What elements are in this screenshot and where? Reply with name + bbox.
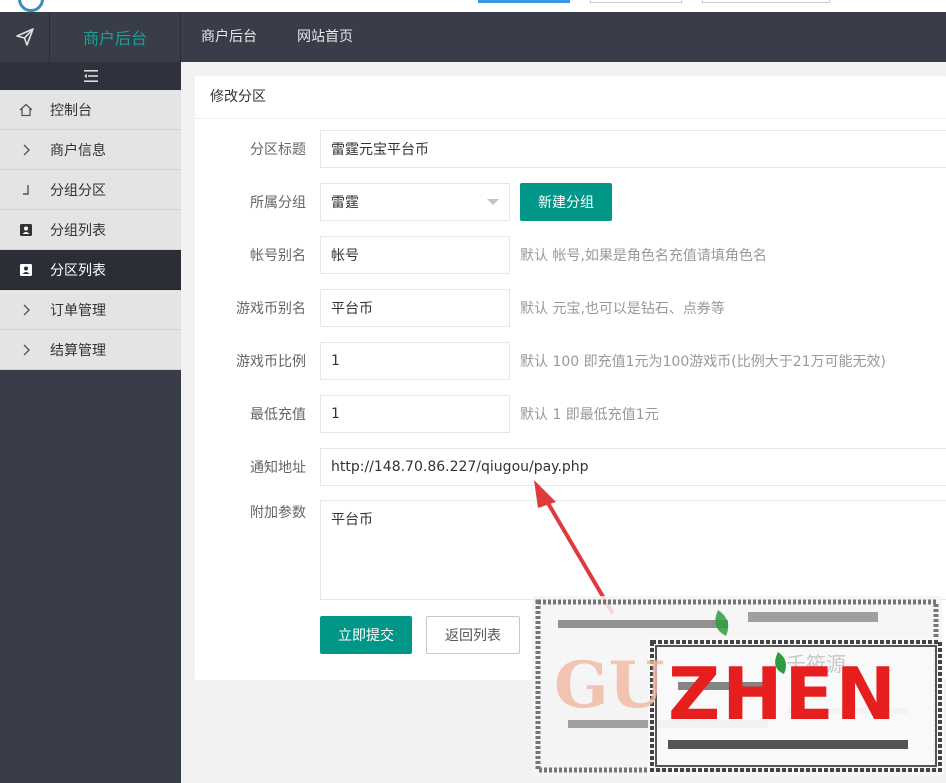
form-row-min-recharge: 最低充值 1 默认 1 即最低充值1元 [195, 395, 659, 433]
nav-merchant-backend[interactable]: 商户后台 [181, 12, 277, 62]
form-row-group: 所属分组 雷霆 新建分组 [195, 183, 612, 221]
sidebar-menu: 控制台 商户信息 分组分区 分组列表 分区列表 订单管理 结算管理 [0, 90, 181, 370]
coin-ratio-label: 游戏币比例 [236, 354, 306, 370]
zone-title-label: 分区标题 [250, 142, 306, 158]
back-to-list-button[interactable]: 返回列表 [426, 616, 520, 654]
corner-icon [18, 182, 34, 198]
sidebar-item-label: 控制台 [50, 102, 92, 119]
form-row-notify-url: 通知地址 http://148.70.86.227/qiugou/pay.php [195, 448, 946, 486]
paper-plane-icon [15, 28, 34, 46]
toolbar-button-tertiary[interactable] [702, 0, 830, 3]
header-nav: 商户后台 网站首页 [181, 12, 373, 62]
form-actions: 立即提交 返回列表 [320, 616, 520, 654]
submit-button[interactable]: 立即提交 [320, 616, 412, 654]
coin-ratio-hint: 默认 100 即充值1元为100游戏币(比例大于21万可能无效) [520, 354, 886, 370]
contact-icon [18, 262, 34, 278]
min-recharge-hint: 默认 1 即最低充值1元 [520, 407, 659, 423]
sidebar-item-group-list[interactable]: 分组列表 [0, 210, 181, 250]
account-alias-label: 帐号别名 [250, 248, 306, 264]
sidebar-item-zone-list[interactable]: 分区列表 [0, 250, 181, 290]
zone-title-input[interactable]: 雷霆元宝平台币 [320, 130, 946, 168]
min-recharge-input[interactable]: 1 [320, 395, 510, 433]
chevron-right-icon [18, 142, 34, 158]
sidebar-item-label: 结算管理 [50, 342, 106, 359]
watermark-text-main: ZHEN [668, 652, 898, 736]
sidebar-collapse-toggle[interactable] [0, 62, 181, 90]
toolbar-button-secondary[interactable] [590, 0, 682, 3]
sidebar-item-dashboard[interactable]: 控制台 [0, 90, 181, 130]
watermark-text-faded: GU [554, 648, 665, 723]
notify-url-label: 通知地址 [250, 460, 306, 476]
watermark-stamp: GU 千筱源 ZHEN [528, 590, 946, 783]
chevron-right-icon [18, 302, 34, 318]
min-recharge-label: 最低充值 [250, 407, 306, 423]
sidebar-item-group-zone[interactable]: 分组分区 [0, 170, 181, 210]
chevron-right-icon [18, 342, 34, 358]
sidebar-item-label: 订单管理 [50, 302, 106, 319]
card-title: 修改分区 [195, 76, 946, 119]
brand-title[interactable]: 商户后台 [50, 12, 181, 62]
group-select-value: 雷霆 [331, 195, 359, 211]
group-select[interactable]: 雷霆 [320, 183, 510, 221]
extra-params-textarea[interactable]: 平台币 [320, 500, 946, 600]
logo-circle-icon [18, 0, 44, 12]
form-row-extra-params: 附加参数 [195, 502, 320, 522]
form-row-coin-alias: 游戏币别名 平台币 默认 元宝,也可以是钻石、点券等 [195, 289, 725, 327]
form-row-zone-title: 分区标题 雷霆元宝平台币 [195, 130, 946, 168]
toolbar-button-primary[interactable] [478, 0, 570, 3]
sidebar-item-label: 分组列表 [50, 222, 106, 239]
form-row-coin-ratio: 游戏币比例 1 默认 100 即充值1元为100游戏币(比例大于21万可能无效) [195, 342, 886, 380]
notify-url-input[interactable]: http://148.70.86.227/qiugou/pay.php [320, 448, 946, 486]
header-logo[interactable] [0, 12, 50, 62]
form-row-account-alias: 帐号别名 帐号 默认 帐号,如果是角色名充值请填角色名 [195, 236, 767, 274]
chevron-down-icon [487, 199, 499, 205]
coin-ratio-input[interactable]: 1 [320, 342, 510, 380]
sidebar: 控制台 商户信息 分组分区 分组列表 分区列表 订单管理 结算管理 [0, 62, 181, 783]
coin-alias-hint: 默认 元宝,也可以是钻石、点券等 [520, 301, 725, 317]
sidebar-item-settlement-management[interactable]: 结算管理 [0, 330, 181, 370]
nav-site-home[interactable]: 网站首页 [277, 12, 373, 62]
coin-alias-label: 游戏币别名 [236, 301, 306, 317]
extra-params-label: 附加参数 [250, 505, 306, 521]
sidebar-item-merchant-info[interactable]: 商户信息 [0, 130, 181, 170]
group-label: 所属分组 [250, 195, 306, 211]
coin-alias-input[interactable]: 平台币 [320, 289, 510, 327]
account-alias-hint: 默认 帐号,如果是角色名充值请填角色名 [520, 248, 767, 264]
home-icon [18, 102, 34, 118]
top-strip [0, 0, 946, 12]
sidebar-item-label: 商户信息 [50, 142, 106, 159]
sidebar-item-label: 分组分区 [50, 182, 106, 199]
account-alias-input[interactable]: 帐号 [320, 236, 510, 274]
sidebar-item-order-management[interactable]: 订单管理 [0, 290, 181, 330]
new-group-button[interactable]: 新建分组 [520, 183, 612, 221]
collapse-menu-icon [83, 70, 98, 82]
sidebar-item-label: 分区列表 [50, 262, 106, 279]
top-header: 商户后台 商户后台 网站首页 [0, 12, 946, 62]
contact-icon [18, 222, 34, 238]
